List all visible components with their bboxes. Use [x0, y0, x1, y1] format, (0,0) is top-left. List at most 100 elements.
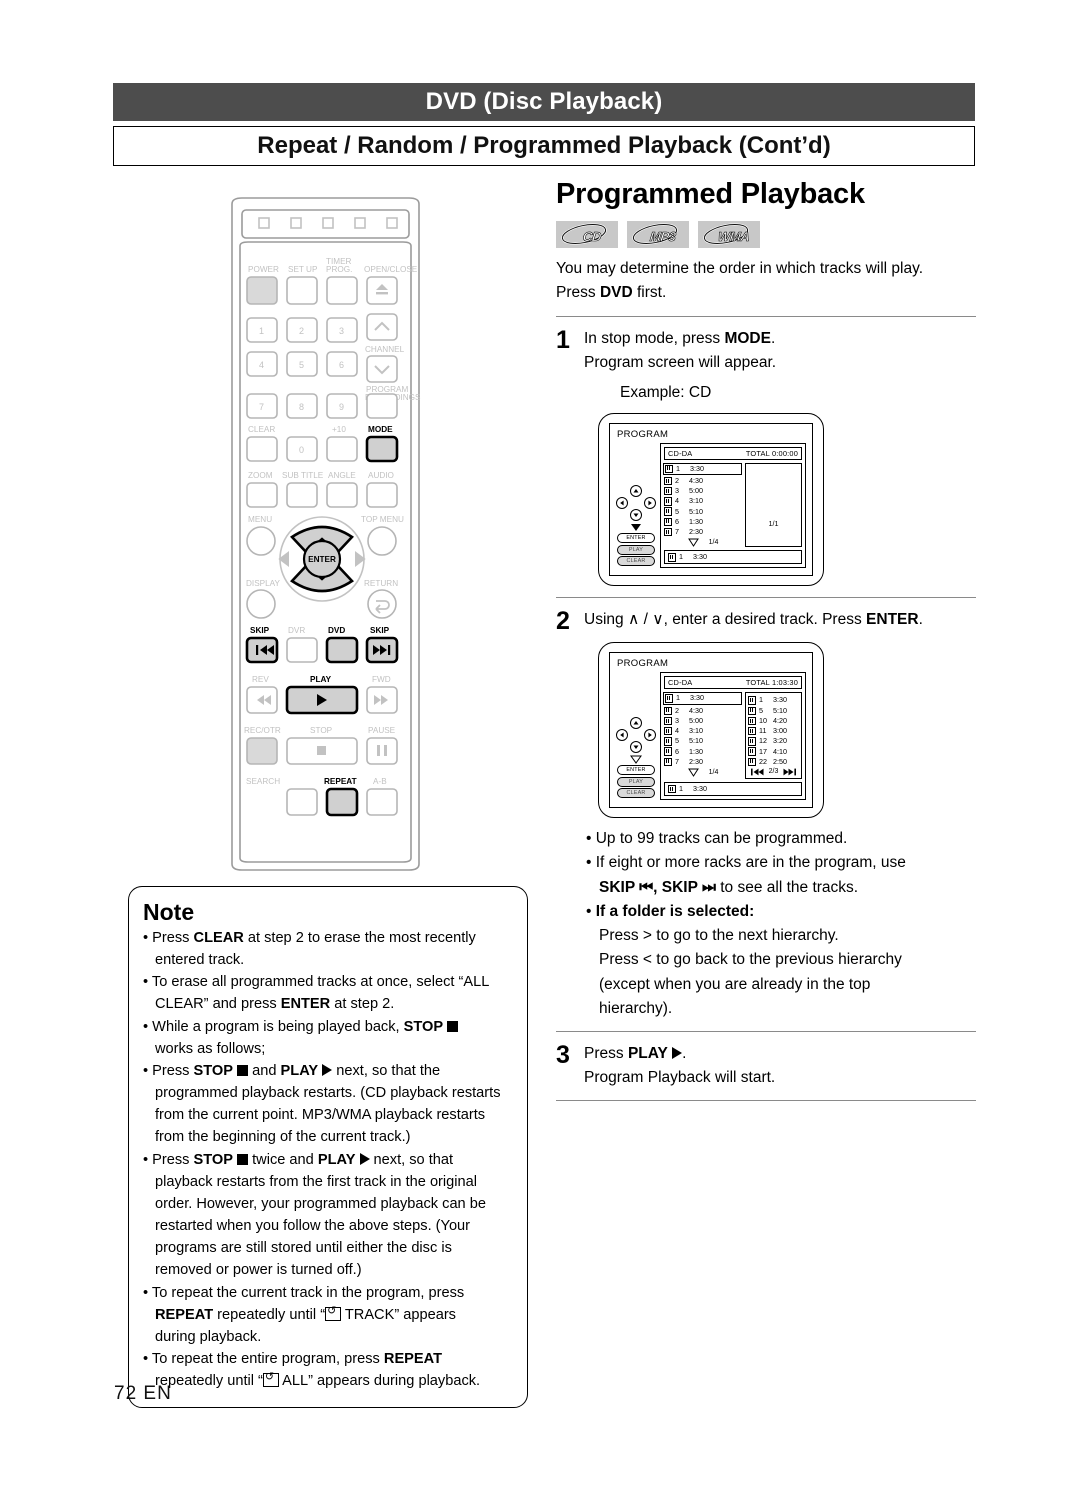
track-row: 2 4:30: [664, 706, 742, 716]
manual-page: DVD (Disc Playback) Repeat / Random / Pr…: [0, 0, 1080, 1487]
track-row: 6 1:30: [664, 747, 742, 757]
stop-key-label: STOP: [403, 1018, 444, 1035]
play-triangle-icon: [322, 1063, 333, 1076]
note-item-cont: works as follows;: [143, 1039, 513, 1060]
note-text: ALL” appears during playback.: [278, 1373, 481, 1390]
bullet-item-cont: (except when you are already in the top: [586, 973, 976, 996]
svg-text:POWER: POWER: [248, 265, 279, 274]
note-item-cont: removed or power is turned off.): [143, 1260, 513, 1281]
note-text: at step 2 to erase the most recently: [243, 930, 476, 946]
track-icon: [664, 497, 672, 506]
track-number: 1: [676, 463, 680, 473]
note-text: playback restarts from the first track i…: [155, 1173, 477, 1190]
svg-text:ANGLE: ANGLE: [328, 471, 356, 480]
svg-text:SEARCH: SEARCH: [246, 777, 280, 786]
program-screen-2-disc-type: CD-DA: [668, 678, 693, 688]
svg-text:+10: +10: [332, 425, 346, 434]
programmed-time: 5:10: [773, 705, 787, 715]
repeat-icon: [262, 1371, 279, 1388]
note-item-cont: repeatedly until “ ALL” appears during p…: [143, 1371, 513, 1392]
intro-line-2-post: first.: [632, 284, 667, 302]
note-text: programmed playback restarts. (CD playba…: [155, 1085, 501, 1102]
skip-back-label: SKIP: [599, 878, 640, 896]
dvd-key-label: DVD: [599, 284, 633, 302]
note-title: Note: [143, 899, 195, 925]
program-screen-1-wrapper: PROGRAM ENTER PLAY CLEAR CD-DA TOTAL 0:0…: [598, 412, 976, 587]
track-time: 5:00: [689, 715, 703, 725]
track-icon: [668, 784, 676, 794]
note-text: entered track.: [155, 952, 245, 969]
track-row: 4 3:10: [664, 496, 742, 506]
note-item: • To repeat the current track in the pro…: [143, 1284, 465, 1301]
program-screen-2-play-pill: PLAY: [617, 776, 655, 787]
note-item-cont: entered track.: [143, 950, 513, 971]
page-section-header: DVD (Disc Playback): [113, 83, 975, 121]
subsection-title: Repeat / Random / Programmed Playback (C…: [257, 132, 831, 159]
note-item-cont: order. However, your programmed playback…: [143, 1194, 513, 1215]
track-icon: [664, 737, 672, 746]
svg-text:MENU: MENU: [248, 515, 272, 524]
svg-text:MODE: MODE: [368, 425, 393, 434]
svg-text:ZOOM: ZOOM: [248, 471, 273, 480]
track-number: 5: [675, 506, 679, 516]
track-time: 1:30: [689, 516, 703, 526]
current-track-time: 3:30: [693, 783, 707, 793]
step-2-body: Using ∧ / ∨, enter a desired track. Pres…: [584, 611, 923, 629]
track-row: 7 2:30: [664, 527, 742, 537]
scroll-down-icon: [687, 538, 699, 548]
track-icon: [664, 507, 672, 516]
svg-text:SET UP: SET UP: [288, 265, 318, 274]
step-3-line2: Program Playback will start.: [584, 1068, 776, 1086]
play-key-label: PLAY: [627, 1045, 668, 1063]
bullet-item: • Up to 99 tracks can be programmed.: [586, 830, 848, 848]
stop-square-icon: [237, 1064, 249, 1076]
track-number: 4: [675, 726, 679, 736]
skip-next-icon: ⏭: [701, 878, 716, 896]
track-icon: [664, 747, 672, 756]
track-icon: [664, 527, 672, 537]
repeat-key-label: REPEAT: [383, 1350, 443, 1367]
track-number: 7: [675, 526, 679, 536]
programmed-number: 10: [759, 715, 767, 725]
step-2: 2 Using ∧ / ∨, enter a desired track. Pr…: [556, 608, 976, 634]
program-screen-2-program-pane: 1 3:30 5 5:10 10 4:20 11 3:00 12 3:20 17 4:10 …: [745, 692, 802, 779]
note-text: and: [248, 1062, 281, 1079]
track-row: 3 5:00: [664, 716, 742, 726]
note-text: at step 2.: [330, 996, 395, 1013]
program-screen-1-dpad: ENTER PLAY CLEAR: [616, 443, 656, 569]
programmed-row: 12 3:20: [748, 736, 799, 746]
note-text: restarted when you follow the above step…: [155, 1218, 471, 1235]
note-item: • Press STOP and PLAY next, so that the: [143, 1062, 441, 1079]
bullet-item-cont: hierarchy).: [586, 997, 976, 1020]
track-time: 1:30: [689, 746, 703, 756]
bullet-text: Press < to go back to the previous hiera…: [599, 951, 902, 969]
divider: [556, 316, 976, 318]
track-number: 6: [675, 746, 679, 756]
note-item-cont: restarted when you follow the above step…: [143, 1216, 513, 1237]
track-number: 7: [675, 756, 679, 766]
step-1-line1-post: .: [770, 330, 776, 348]
programmed-row: 10 4:20: [748, 716, 799, 726]
track-time: 2:30: [689, 756, 703, 766]
note-text: To repeat the entire program, press: [151, 1350, 384, 1367]
note-item-cont: during playback.: [143, 1327, 513, 1348]
programmed-time: 2:50: [773, 756, 787, 766]
enter-key-label: ENTER: [280, 996, 331, 1013]
divider: [556, 1100, 976, 1102]
track-time: 5:10: [689, 736, 703, 746]
track-time: 4:30: [689, 475, 703, 485]
note-text: Press: [152, 1062, 194, 1079]
svg-text:DVR: DVR: [288, 626, 305, 635]
track-icon: [664, 486, 672, 496]
svg-text:7: 7: [259, 402, 264, 412]
note-item-cont: REPEAT repeatedly until “ TRACK” appears: [143, 1305, 513, 1326]
svg-text:TOP MENU: TOP MENU: [361, 515, 404, 524]
program-screen-1-right-page: 1/1: [768, 519, 779, 529]
programmed-number: 1: [759, 695, 763, 705]
track-row: 1 3:30: [663, 462, 742, 475]
programmed-row: 22 2:50: [748, 757, 799, 767]
program-screen-1-program-pane: 1/1: [745, 462, 802, 548]
svg-text:PAUSE: PAUSE: [368, 726, 396, 735]
track-number: 3: [675, 715, 679, 725]
note-text: CLEAR” and press: [155, 996, 281, 1013]
